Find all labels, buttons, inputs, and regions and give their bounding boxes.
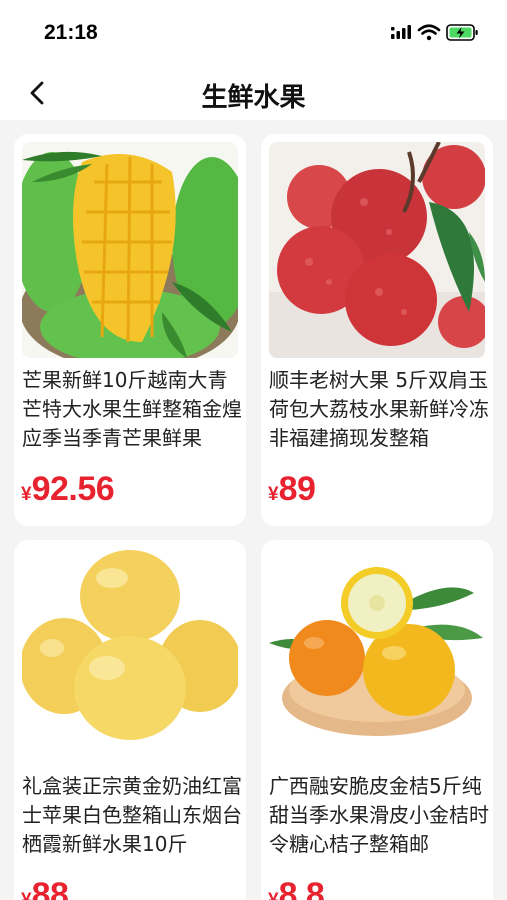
price-amount: 88 — [31, 876, 69, 900]
mango-image — [22, 142, 238, 358]
currency-symbol: ¥ — [268, 484, 279, 505]
price-amount: 89 — [278, 470, 316, 508]
product-price: ¥88 — [21, 876, 69, 900]
currency-symbol: ¥ — [21, 484, 32, 505]
product-title: 广西融安脆皮金桔5斤纯甜当季水果滑皮小金桔时令糖心桔子整箱邮 — [269, 774, 489, 856]
product-card[interactable]: 顺丰老树大果 5斤双肩玉荷包大荔枝水果新鲜冷冻非福建摘现发整箱 ¥89 — [261, 134, 493, 526]
lychee-image — [269, 142, 485, 358]
price-amount: 92.56 — [31, 470, 115, 508]
product-card[interactable]: 礼盒装正宗黄金奶油红富士苹果白色整箱山东烟台栖霞新鲜水果10斤 ¥88 — [14, 540, 246, 900]
kumquat-image — [269, 548, 485, 764]
product-price: ¥8.8 — [268, 876, 325, 900]
battery-charging-icon — [446, 24, 478, 41]
cellular-signal-icon — [391, 25, 411, 39]
product-grid: 芒果新鲜10斤越南大青芒特大水果生鲜整箱金煌应季当季青芒果鲜果 ¥92.56 顺… — [0, 120, 507, 900]
currency-symbol: ¥ — [268, 890, 279, 900]
page-title: 生鲜水果 — [201, 83, 306, 113]
product-title: 礼盒装正宗黄金奶油红富士苹果白色整箱山东烟台栖霞新鲜水果10斤 — [22, 774, 242, 856]
wifi-icon — [417, 24, 441, 41]
product-price: ¥92.56 — [21, 470, 115, 509]
product-title: 芒果新鲜10斤越南大青芒特大水果生鲜整箱金煌应季当季青芒果鲜果 — [22, 368, 242, 450]
status-bar: 21:18 — [0, 0, 507, 60]
status-time: 21:18 — [44, 21, 98, 44]
yellow-apple-image — [22, 548, 238, 764]
product-card[interactable]: 广西融安脆皮金桔5斤纯甜当季水果滑皮小金桔时令糖心桔子整箱邮 ¥8.8 — [261, 540, 493, 900]
currency-symbol: ¥ — [21, 890, 32, 900]
status-icons — [391, 22, 481, 44]
product-price: ¥89 — [268, 470, 316, 509]
product-title: 顺丰老树大果 5斤双肩玉荷包大荔枝水果新鲜冷冻非福建摘现发整箱 — [269, 368, 489, 450]
price-amount: 8.8 — [278, 876, 325, 900]
product-card[interactable]: 芒果新鲜10斤越南大青芒特大水果生鲜整箱金煌应季当季青芒果鲜果 ¥92.56 — [14, 134, 246, 526]
nav-bar: 生鲜水果 — [0, 60, 507, 120]
